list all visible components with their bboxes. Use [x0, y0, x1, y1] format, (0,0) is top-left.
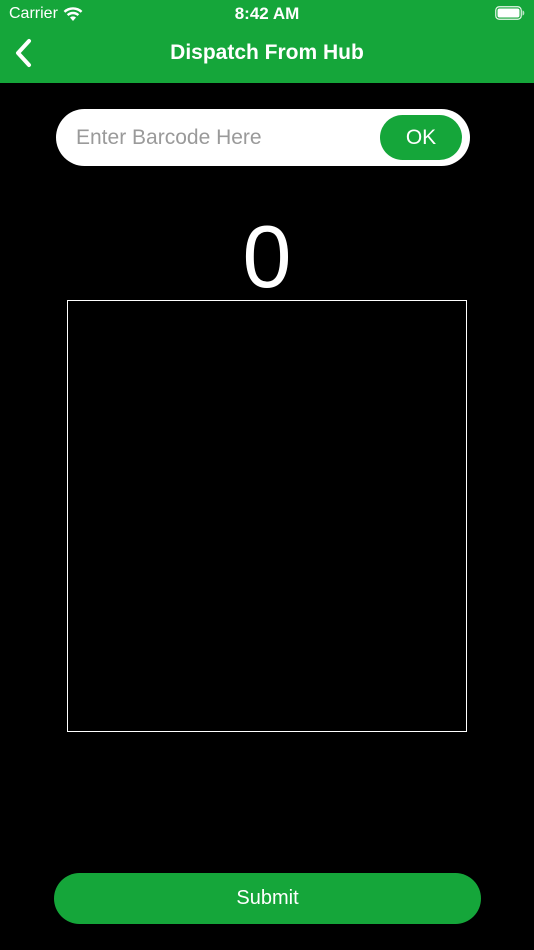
- page-title: Dispatch From Hub: [170, 41, 364, 64]
- ok-button[interactable]: OK: [380, 115, 462, 160]
- app-header: Carrier 8:42 AM Dispatch From Hub: [0, 0, 534, 83]
- battery-icon: [495, 6, 525, 20]
- barcode-entry-bar: OK: [56, 109, 470, 166]
- barcode-input[interactable]: [76, 119, 376, 156]
- status-bar: Carrier 8:42 AM: [0, 0, 534, 28]
- submit-button[interactable]: Submit: [54, 873, 481, 924]
- status-time: 8:42 AM: [234, 4, 300, 23]
- scanned-items-list[interactable]: [67, 300, 467, 732]
- app-screen: Carrier 8:42 AM Dispatch From Hub Enter …: [0, 0, 534, 950]
- navigation-bar: Dispatch From Hub: [0, 28, 534, 83]
- scan-count: 0: [242, 207, 292, 306]
